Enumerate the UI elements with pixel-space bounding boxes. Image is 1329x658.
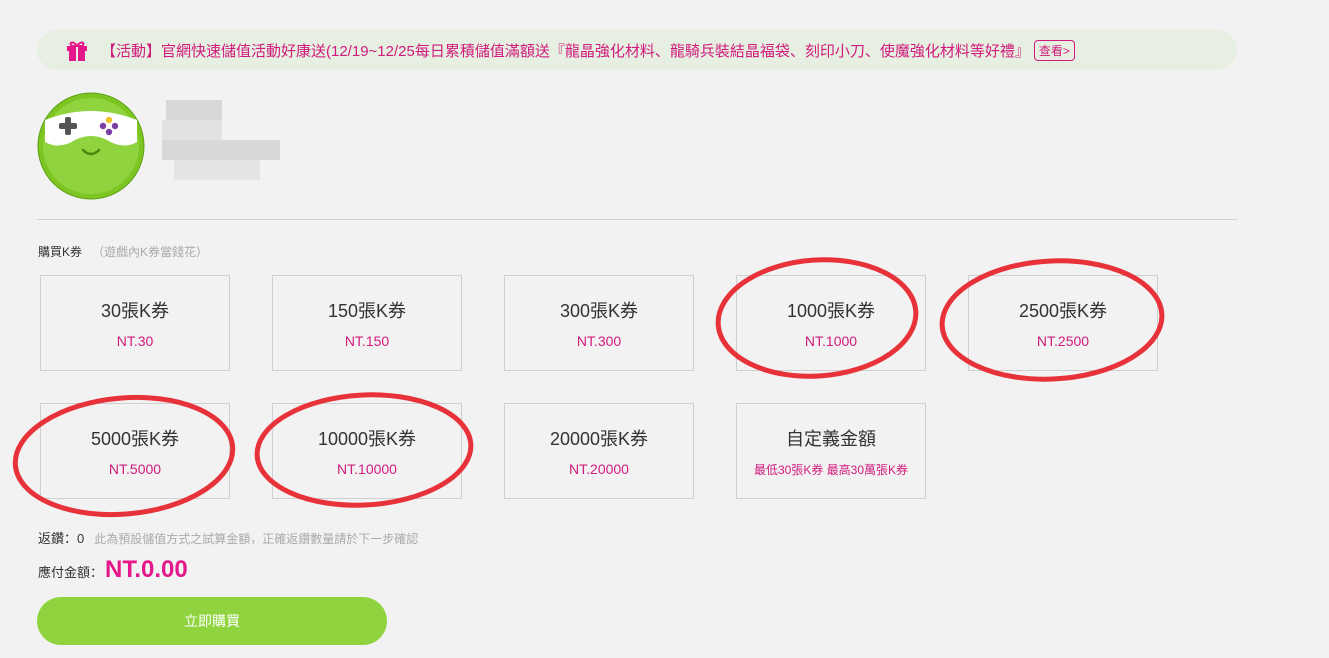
package-price: NT.5000: [108, 461, 162, 477]
package-title: 5000張K券: [90, 429, 180, 449]
amount-due: 應付金額： NT.0.00: [38, 556, 188, 584]
amount-label: 應付金額：: [38, 565, 104, 580]
package-title: 10000張K券: [317, 429, 417, 449]
package-title: 300張K券: [559, 301, 639, 321]
package-card-1000[interactable]: 1000張K券 NT.1000: [736, 275, 926, 371]
package-card-custom[interactable]: 自定義金額 最低30張K券 最高30萬張K券: [736, 403, 926, 499]
package-price: NT.20000: [569, 461, 629, 477]
package-price: NT.300: [576, 333, 622, 349]
package-card-30[interactable]: 30張K券 NT.30: [40, 275, 230, 371]
amount-value: NT.0.00: [105, 556, 188, 583]
buy-now-button[interactable]: 立即購買: [37, 597, 387, 645]
package-price: NT.2500: [1036, 333, 1090, 349]
package-title: 30張K券: [100, 301, 170, 321]
promo-text: 【活動】官網快速儲值活動好康送(12/19~12/25每日累積儲值滿額送『龍晶強…: [101, 42, 1030, 60]
package-price: NT.150: [344, 333, 390, 349]
package-card-10000[interactable]: 10000張K券 NT.10000: [272, 403, 462, 499]
rebate-value: 0: [77, 531, 85, 546]
package-card-2500[interactable]: 2500張K券 NT.2500: [968, 275, 1158, 371]
package-title: 2500張K券: [1018, 301, 1108, 321]
package-title: 自定義金額: [786, 428, 876, 449]
section-label: 購買K券 （遊戲內K券當錢花）: [38, 243, 208, 260]
gift-icon: [67, 41, 87, 61]
view-more-button[interactable]: 查看>: [1033, 39, 1075, 61]
section-title: 購買K券: [38, 245, 83, 259]
package-price: NT.1000: [804, 333, 858, 349]
package-title: 150張K券: [327, 301, 407, 321]
rebate-info: 返鑽：0 此為預設儲值方式之試算金額，正確返鑽數量請於下一步確認: [38, 528, 418, 547]
package-card-300[interactable]: 300張K券 NT.300: [504, 275, 694, 371]
rebate-hint: 此為預設儲值方式之試算金額，正確返鑽數量請於下一步確認: [94, 532, 419, 546]
package-title: 1000張K券: [786, 301, 876, 321]
gamepad-mascot-icon: [37, 92, 145, 200]
rebate-label: 返鑽：: [38, 531, 78, 546]
package-price: NT.30: [116, 333, 154, 349]
package-card-20000[interactable]: 20000張K券 NT.20000: [504, 403, 694, 499]
package-price: NT.10000: [337, 461, 397, 477]
section-note: （遊戲內K券當錢花）: [92, 245, 209, 259]
promo-banner: 【活動】官網快速儲值活動好康送(12/19~12/25每日累積儲值滿額送『龍晶強…: [37, 30, 1237, 70]
package-card-5000[interactable]: 5000張K券 NT.5000: [40, 403, 230, 499]
package-title: 20000張K券: [549, 429, 649, 449]
package-card-150[interactable]: 150張K券 NT.150: [272, 275, 462, 371]
divider: [37, 219, 1237, 220]
package-price: 最低30張K券 最高30萬張K券: [753, 462, 909, 477]
